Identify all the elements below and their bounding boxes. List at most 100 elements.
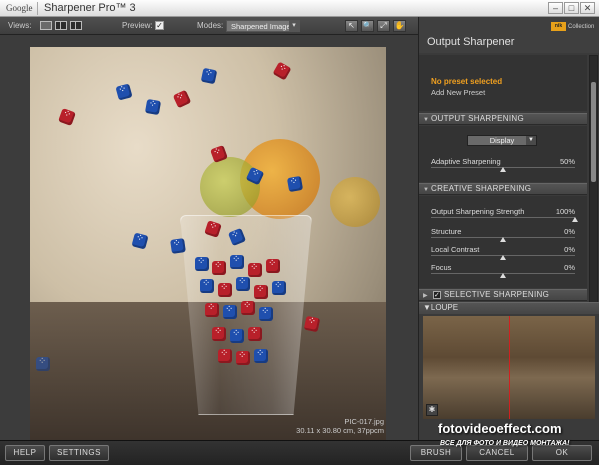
red-die (205, 302, 219, 317)
adaptive-sharpening-value: 50% (559, 157, 575, 166)
strength-slider[interactable]: Output Sharpening Strength 100% (431, 207, 578, 225)
toolbar: Views: Preview: ✓ Modes: Sharpened Image… (0, 17, 418, 35)
cancel-button[interactable]: CANCEL (466, 445, 528, 461)
add-preset-link[interactable]: Add New Preset (431, 88, 485, 97)
maximize-button[interactable]: □ (564, 2, 579, 14)
panel-title: Output Sharpener (427, 36, 515, 48)
watermark-site: fotovideoeffect.com (438, 421, 562, 436)
loupe-title: LOUPE (430, 303, 459, 312)
panel-scrollbar[interactable] (589, 55, 598, 311)
slider-track (431, 217, 575, 218)
red-die (212, 260, 226, 275)
mode-value: Sharpened Image (231, 22, 291, 31)
title-bar: Google Sharpener Pro™ 3 – □ ✕ (0, 0, 599, 17)
strength-label: Output Sharpening Strength (431, 207, 525, 216)
blue-die (259, 306, 273, 321)
preview-image[interactable] (30, 47, 386, 447)
pin-icon[interactable]: ✱ (426, 404, 438, 416)
output-type-value: Display (489, 136, 515, 145)
structure-label: Structure (431, 227, 462, 236)
local-contrast-label: Local Contrast (431, 245, 480, 254)
split-view-button[interactable] (55, 21, 67, 30)
output-type-select[interactable]: Display ▼ (467, 135, 537, 146)
red-die (303, 315, 321, 333)
hand-tool-icon[interactable]: ✋ (393, 20, 406, 32)
selective-sharpening-header[interactable]: ▶ ✓ SELECTIVE SHARPENING (419, 289, 587, 301)
red-die (272, 61, 292, 81)
ok-button[interactable]: OK (532, 445, 592, 461)
blue-die (254, 348, 268, 363)
side-by-side-view-button[interactable] (70, 21, 82, 30)
image-info: PIC-017.jpg 30.11 x 30.80 cm, 37ppcm (296, 417, 384, 435)
blue-die (195, 256, 209, 271)
blue-die (144, 98, 162, 116)
blurred-lemon (330, 177, 380, 227)
focus-slider[interactable]: Focus 0% (431, 263, 575, 281)
red-die (248, 262, 262, 277)
adaptive-sharpening-slider[interactable]: Adaptive Sharpening 50% (431, 157, 575, 175)
selective-sharpening-checkbox[interactable]: ✓ (433, 290, 441, 299)
creative-sharpening-title: CREATIVE SHARPENING (431, 184, 532, 193)
slider-knob[interactable] (500, 255, 506, 260)
app-title: Sharpener Pro™ 3 (44, 2, 136, 14)
triangle-down-icon: ▼ (423, 303, 431, 312)
blue-die (230, 254, 244, 269)
adaptive-sharpening-label: Adaptive Sharpening (431, 157, 501, 166)
image-filename: PIC-017.jpg (344, 417, 384, 426)
red-die (212, 326, 226, 341)
red-die (266, 258, 280, 273)
mode-select[interactable]: Sharpened Image ▾ (226, 20, 300, 32)
local-contrast-value: 0% (564, 245, 575, 254)
image-dimensions: 30.11 x 30.80 cm, 37ppcm (296, 426, 384, 435)
slider-knob[interactable] (500, 167, 506, 172)
local-contrast-slider[interactable]: Local Contrast 0% (431, 245, 575, 263)
nik-logo: nik (551, 22, 566, 31)
title-separator (37, 2, 38, 15)
slider-knob[interactable] (572, 217, 578, 222)
close-button[interactable]: ✕ (580, 2, 595, 14)
brush-button[interactable]: BRUSH (410, 445, 462, 461)
app-version: 3 (129, 2, 136, 14)
triangle-down-icon: ▼ (423, 187, 430, 193)
red-die (236, 350, 250, 365)
output-sharpening-header[interactable]: ▼ OUTPUT SHARPENING (419, 113, 587, 125)
preset-status: No preset selected (431, 77, 503, 86)
red-die (241, 300, 255, 315)
watermark-tagline: ВСЕ ДЛЯ ФОТО И ВИДЕО МОНТАЖА! (440, 440, 570, 447)
red-die (218, 282, 232, 297)
blurred-lime (200, 157, 260, 217)
creative-sharpening-header[interactable]: ▼ CREATIVE SHARPENING (419, 183, 587, 195)
control-panel: nik Collection Output Sharpener No prese… (418, 17, 599, 440)
settings-button[interactable]: SETTINGS (49, 445, 109, 461)
blue-die (131, 232, 149, 250)
red-die (58, 108, 76, 126)
loupe-view[interactable]: ✱ (423, 316, 595, 419)
chevron-down-icon: ▾ (289, 21, 299, 31)
slider-knob[interactable] (500, 273, 506, 278)
chevron-down-icon: ▼ (526, 136, 536, 145)
blue-die (286, 175, 304, 193)
single-view-button[interactable] (40, 21, 52, 30)
collection-label: Collection (568, 24, 595, 30)
help-button[interactable]: HELP (5, 445, 45, 461)
selective-sharpening-title: SELECTIVE SHARPENING (444, 290, 550, 299)
blue-die (230, 328, 244, 343)
pointer-tool-icon[interactable]: ↖ (345, 20, 358, 32)
loupe-header[interactable]: ▼LOUPE (419, 302, 599, 314)
blue-die (200, 67, 218, 85)
blue-die (115, 83, 133, 101)
red-die (172, 89, 192, 109)
image-canvas[interactable]: PIC-017.jpg 30.11 x 30.80 cm, 37ppcm (0, 35, 418, 447)
triangle-down-icon: ▼ (423, 117, 430, 123)
focus-label: Focus (431, 263, 452, 272)
fit-tool-icon[interactable]: ⤢ (377, 20, 390, 32)
red-die (254, 284, 268, 299)
zoom-tool-icon[interactable]: 🔍 (361, 20, 374, 32)
structure-slider[interactable]: Structure 0% (431, 227, 575, 245)
minimize-button[interactable]: – (548, 2, 563, 14)
google-logo: Google (6, 3, 33, 13)
triangle-right-icon: ▶ (423, 293, 428, 299)
preview-checkbox[interactable]: ✓ (155, 21, 164, 30)
slider-knob[interactable] (500, 237, 506, 242)
scrollbar-thumb[interactable] (591, 82, 596, 182)
